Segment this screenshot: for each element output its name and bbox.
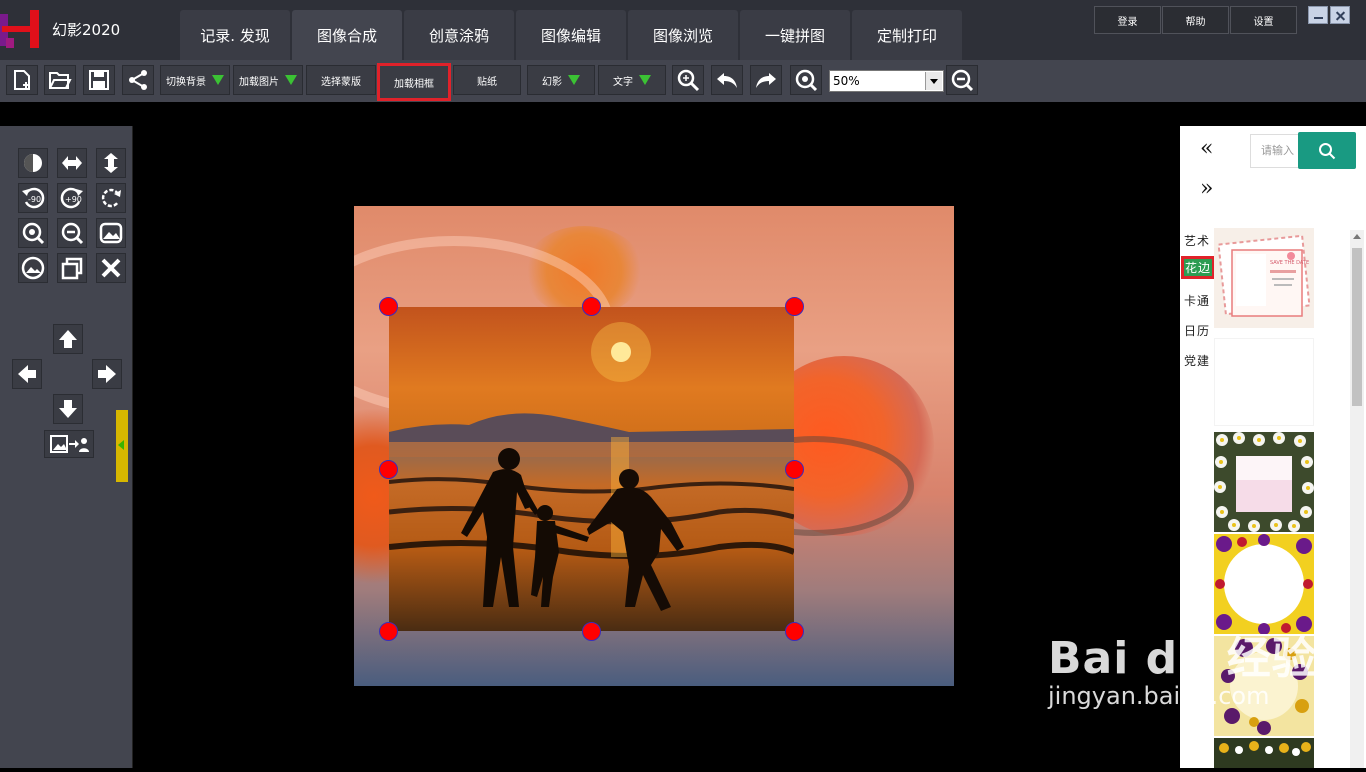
chevron-down-icon[interactable] [925,72,942,90]
category-cartoon[interactable]: 卡通 [1184,292,1210,309]
dropdown-arrow-icon [212,75,224,85]
redo-icon[interactable] [750,65,782,95]
resize-handle-bottom-right[interactable] [785,622,804,641]
sticker-button[interactable]: 贴纸 [453,65,521,95]
select-template-button[interactable]: 选择蒙版 [306,65,376,95]
phantom-label: 幻影 [542,76,562,88]
composite-photo[interactable] [389,307,794,631]
flip-horizontal-icon[interactable] [57,148,87,178]
open-folder-icon[interactable] [44,65,76,95]
save-the-date-text: SAVE THE DATE [1270,260,1309,266]
share-icon[interactable] [122,65,154,95]
flip-vertical-icon[interactable] [96,148,126,178]
zoom-level-select[interactable]: 50% [829,70,944,92]
tab-image-composite[interactable]: 图像合成 [292,10,402,60]
title-bar: 幻影2020 记录. 发现 图像合成 创意涂鸦 图像编辑 图像浏览 一键拼图 定… [0,0,1366,60]
rotate-left-90-icon[interactable]: -90 [18,183,48,213]
frame-thumbnail-pansy-white[interactable] [1214,534,1314,635]
resize-handle-middle-left[interactable] [379,460,398,479]
text-label: 文字 [613,76,633,88]
dropdown-arrow-icon [568,75,580,85]
login-button[interactable]: 登录 [1094,6,1161,34]
phantom-dropdown[interactable]: 幻影 [527,65,595,95]
account-buttons: 登录 帮助 设置 [1094,6,1298,34]
resize-handle-bottom-left[interactable] [379,622,398,641]
load-image-dropdown[interactable]: 加载图片 [233,65,303,95]
resize-handle-top-right[interactable] [785,297,804,316]
category-art[interactable]: 艺术 [1184,232,1210,249]
scroll-up-icon[interactable] [1353,234,1361,239]
new-file-icon[interactable] [6,65,38,95]
fit-image-icon[interactable] [96,218,126,248]
resize-handle-bottom-center[interactable] [582,622,601,641]
rotate-free-icon[interactable] [96,183,126,213]
magic-search-icon[interactable] [672,65,704,95]
tab-image-browse[interactable]: 图像浏览 [628,10,738,60]
toolbar: 切换背景 加载图片 选择蒙版 加载相框 贴纸 幻影 文字 [0,60,1366,102]
next-page-button[interactable]: » [1200,176,1213,201]
frame-thumbnail-save-the-date[interactable]: SAVE THE DATE [1214,228,1314,328]
undo-icon[interactable] [711,65,743,95]
switch-background-dropdown[interactable]: 切换背景 [160,65,230,95]
main-tabs: 记录. 发现 图像合成 创意涂鸦 图像编辑 图像浏览 一键拼图 定制打印 [180,10,964,60]
frame-search-input[interactable]: 请输入 [1250,134,1302,168]
scrollbar-thumb[interactable] [1352,248,1362,406]
help-button[interactable]: 帮助 [1162,6,1229,34]
tab-creative-doodle[interactable]: 创意涂鸦 [404,10,514,60]
resize-handle-top-left[interactable] [379,297,398,316]
rotate-right-90-icon[interactable]: +90 [57,183,87,213]
contrast-icon[interactable] [18,148,48,178]
zoom-in-image-icon[interactable] [18,218,48,248]
frame-thumbnail-more[interactable] [1214,738,1314,768]
category-calendar[interactable]: 日历 [1184,322,1210,339]
image-adjust-icon[interactable] [18,253,48,283]
load-frame-button[interactable]: 加载相框 [377,63,451,101]
zoom-out-image-icon[interactable] [57,218,87,248]
move-left-icon[interactable] [12,359,42,389]
text-dropdown[interactable]: 文字 [598,65,666,95]
rotate-right-90-label: +90 [65,195,82,204]
zoom-level-value: 50% [833,74,860,88]
frame-list-scrollbar[interactable] [1350,230,1364,768]
switch-background-label: 切换背景 [166,76,206,88]
search-button[interactable] [1298,132,1356,169]
tab-one-click-collage[interactable]: 一键拼图 [740,10,850,60]
prev-page-button[interactable]: « [1200,136,1213,161]
save-icon[interactable] [83,65,115,95]
zoom-out-icon[interactable] [946,65,978,95]
frame-thumbnail-blank[interactable] [1214,338,1314,426]
zoom-in-icon[interactable] [790,65,822,95]
app-logo-icon [0,10,39,48]
resize-handle-top-center[interactable] [582,297,601,316]
copy-layer-icon[interactable] [57,253,87,283]
category-lace[interactable]: 花边 [1181,256,1216,279]
move-up-icon[interactable] [53,324,83,354]
move-down-icon[interactable] [53,394,83,424]
portrait-cutout-icon[interactable] [44,430,94,458]
delete-icon[interactable] [96,253,126,283]
resize-handle-middle-right[interactable] [785,460,804,479]
left-tool-panel: -90 +90 [0,126,133,768]
category-party[interactable]: 党建 [1184,352,1210,369]
minimize-button[interactable] [1308,6,1328,24]
settings-button[interactable]: 设置 [1230,6,1297,34]
rotate-left-90-label: -90 [28,195,41,204]
close-button[interactable] [1330,6,1350,24]
search-icon [1319,142,1336,159]
tab-image-edit[interactable]: 图像编辑 [516,10,626,60]
app-title: 幻影2020 [52,21,121,39]
dropdown-arrow-icon [285,75,297,85]
tab-custom-print[interactable]: 定制打印 [852,10,962,60]
frame-library-panel: « » 请输入 艺术 花边 卡通 日历 党建 SAVE THE DATE [1180,126,1366,768]
tab-record-discover[interactable]: 记录. 发现 [180,10,290,60]
frame-thumbnail-pansy-cream[interactable] [1214,636,1314,736]
sunset-beach-photo [389,322,794,611]
panel-collapse-handle[interactable] [116,410,128,482]
dropdown-arrow-icon [639,75,651,85]
load-image-label: 加载图片 [239,76,279,88]
move-right-icon[interactable] [92,359,122,389]
frame-thumbnail-daisy[interactable] [1214,432,1314,532]
